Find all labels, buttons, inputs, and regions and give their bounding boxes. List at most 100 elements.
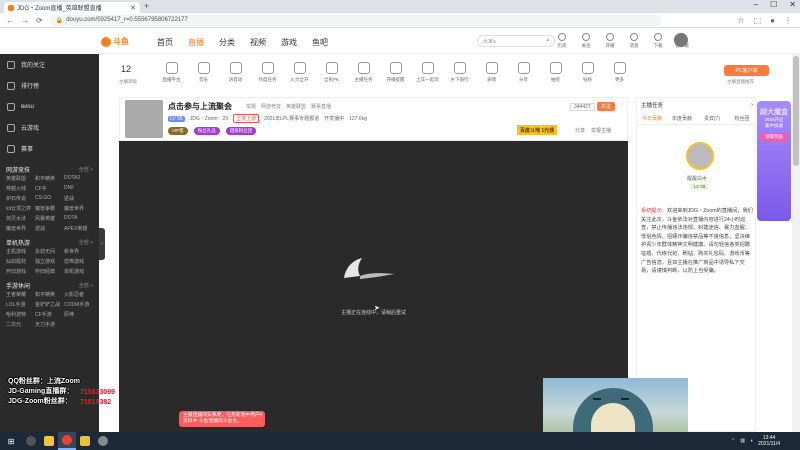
anchor-avatar[interactable] bbox=[125, 100, 163, 138]
history-button[interactable]: 历史 bbox=[553, 33, 571, 49]
report-link[interactable]: 举报 bbox=[246, 103, 256, 110]
category-link[interactable]: 火影忍者 bbox=[64, 291, 93, 298]
start-button[interactable]: ⊞ bbox=[0, 437, 22, 446]
nav-game[interactable]: 游戏 bbox=[281, 37, 297, 48]
category-link[interactable]: 魔兽世界 bbox=[6, 225, 35, 232]
sidebar-collapse-handle[interactable]: ‹ bbox=[99, 228, 105, 260]
room-tool-button[interactable]: 全民PK bbox=[319, 62, 344, 83]
category-link[interactable]: 和平精英 bbox=[35, 175, 64, 182]
category-link[interactable]: CF手 bbox=[35, 185, 64, 192]
category-link[interactable]: DNF bbox=[64, 185, 93, 192]
follow-button[interactable]: 关注 bbox=[596, 102, 615, 111]
tray-up-icon[interactable]: ⌃ bbox=[731, 438, 735, 444]
nav-category[interactable]: 分类 bbox=[219, 37, 235, 48]
sidebar-item-events[interactable]: 赛事 bbox=[0, 138, 99, 159]
sidebar-item-center[interactable]: виsu bbox=[0, 96, 99, 117]
category-link[interactable]: 魔兽争霸 bbox=[35, 205, 64, 212]
category-link[interactable]: 二次元 bbox=[6, 321, 35, 328]
top-contributor-avatar[interactable] bbox=[686, 142, 714, 170]
taskbar-chrome[interactable] bbox=[58, 432, 76, 450]
network-icon[interactable]: ▥ bbox=[740, 438, 745, 444]
maximize-button[interactable]: ☐ bbox=[770, 0, 777, 9]
event-note[interactable]: 2021年LPL赛事专题报道 bbox=[264, 115, 319, 122]
nav-video[interactable]: 视频 bbox=[250, 37, 266, 48]
tag-link[interactable]: 网游竞技 bbox=[261, 103, 281, 110]
sidebar-item-follow[interactable]: 我的关注 bbox=[0, 54, 99, 75]
category-link[interactable]: 逆战 bbox=[35, 225, 64, 232]
vip-badge[interactable]: VIP客 bbox=[168, 127, 188, 135]
toast-notification[interactable]: 主播直播间头像距，任务处理中用户资料中 斗鱼直播间斗鱼主。 ✕ bbox=[179, 411, 265, 427]
room-tool-button[interactable]: 语音动 bbox=[223, 62, 248, 83]
room-tool-button[interactable]: 钻粉 bbox=[575, 62, 600, 83]
profile-icon[interactable]: ● bbox=[770, 16, 775, 25]
tag-link[interactable]: 赛事直播 bbox=[311, 103, 331, 110]
category-link[interactable]: DOTA2 bbox=[64, 175, 93, 182]
room-tool-button[interactable]: 表情 bbox=[479, 62, 504, 83]
category-link[interactable]: 炉石传说 bbox=[6, 195, 35, 202]
category-link[interactable]: DOTA bbox=[64, 215, 93, 222]
category-link[interactable]: CF手游 bbox=[35, 311, 64, 318]
category-link[interactable]: lol云顶之弈 bbox=[6, 205, 35, 212]
minimize-button[interactable]: – bbox=[754, 0, 758, 9]
room-tool-button[interactable]: 抽奖 bbox=[543, 62, 568, 83]
category-link[interactable]: 恐怖游戏 bbox=[64, 258, 93, 265]
tab-today[interactable]: 今日贡献 bbox=[637, 112, 667, 124]
room-tool-button[interactable]: 火力全开 bbox=[287, 62, 312, 83]
category-link[interactable]: 独立游戏 bbox=[35, 258, 64, 265]
room-tool-button[interactable]: 分享 bbox=[511, 62, 536, 83]
search-icon[interactable]: ⌕ bbox=[546, 37, 550, 45]
download-button[interactable]: 下载 bbox=[649, 33, 667, 49]
category-link[interactable]: 金铲铲之战 bbox=[35, 301, 64, 308]
sidebar-item-cloud[interactable]: 云游戏 bbox=[0, 117, 99, 138]
category-link[interactable]: 王者荣耀 bbox=[6, 291, 35, 298]
category-link[interactable]: 原神 bbox=[64, 311, 93, 318]
url-input[interactable]: 🔒 douyu.com/5925417_r=0.5556795806722177 bbox=[50, 14, 661, 26]
taskbar-app[interactable] bbox=[76, 432, 94, 450]
douyu-logo[interactable]: 斗鱼 bbox=[101, 35, 135, 48]
category-link[interactable]: 魔兽世界 bbox=[64, 205, 93, 212]
room-tool-button[interactable]: 主播任务 bbox=[351, 62, 376, 83]
room-tool-button[interactable]: 开播提醒 bbox=[383, 62, 408, 83]
category-link[interactable]: 永劫无间 bbox=[35, 248, 64, 255]
scrollbar-thumb[interactable] bbox=[793, 56, 799, 166]
system-clock[interactable]: 13:44 2021/11/4 bbox=[758, 435, 780, 447]
taskbar-explorer[interactable] bbox=[40, 432, 58, 450]
floating-ad[interactable]: 超大魔盒 2025开启 集中加速 领取奖励 bbox=[757, 101, 791, 221]
tab-close-icon[interactable]: ✕ bbox=[130, 4, 136, 12]
room-tool-button[interactable]: 乡下骑行 bbox=[447, 62, 472, 83]
room-tool-button[interactable]: 上车一起玩 bbox=[415, 62, 440, 83]
taskbar-clock-app[interactable] bbox=[94, 432, 112, 450]
tab-vip[interactable]: 贵宾(7) bbox=[697, 112, 727, 124]
tipoff-button[interactable]: 举报主播 bbox=[591, 127, 611, 134]
star-icon[interactable]: ☆ bbox=[737, 16, 744, 25]
new-tab-button[interactable]: + bbox=[144, 1, 149, 11]
toast-close-icon[interactable]: ✕ bbox=[259, 412, 263, 418]
category-link[interactable]: 仙剑题材 bbox=[6, 258, 35, 265]
forward-button[interactable]: → bbox=[21, 16, 29, 25]
nav-home[interactable]: 首页 bbox=[157, 37, 173, 48]
category-link[interactable]: 主机游戏 bbox=[6, 248, 35, 255]
category-link[interactable]: 风暴英雄 bbox=[35, 215, 64, 222]
nav-live[interactable]: 直播 bbox=[188, 37, 204, 48]
tag-link[interactable]: 英雄联盟 bbox=[286, 103, 306, 110]
promo-banner[interactable]: 百度斗地 1元领 bbox=[517, 125, 558, 135]
reload-button[interactable]: ⟳ bbox=[36, 16, 43, 25]
category-link[interactable]: 新世界 bbox=[64, 248, 93, 255]
category-link[interactable]: 剑灵水浒 bbox=[6, 215, 35, 222]
pc-client-button[interactable]: PC客户端 bbox=[724, 65, 769, 76]
category-link[interactable]: 英雄联盟 bbox=[6, 175, 35, 182]
category-link[interactable]: 怀旧游戏 bbox=[6, 268, 35, 275]
messages-button[interactable]: 消息 bbox=[625, 33, 643, 49]
page-scrollbar[interactable] bbox=[792, 54, 800, 432]
room-tool-button[interactable]: 热度任务 bbox=[255, 62, 280, 83]
category-link[interactable]: 单机游戏 bbox=[64, 268, 93, 275]
tab-year[interactable]: 年度贡献 bbox=[667, 112, 697, 124]
category-link[interactable]: 怀旧经典 bbox=[35, 268, 64, 275]
nav-yuba[interactable]: 鱼吧 bbox=[312, 37, 328, 48]
super-fan-badge[interactable]: 超级粉丝团 bbox=[225, 127, 257, 135]
chevron-right-icon[interactable]: › bbox=[751, 102, 753, 108]
category-link[interactable]: 穿越火线 bbox=[6, 185, 35, 192]
category-link[interactable]: 和平精英 bbox=[35, 291, 64, 298]
site-search-input[interactable]: 大家a ⌕ bbox=[477, 35, 555, 47]
browser-tab[interactable]: JDG・Zoom直播_英雄联盟直播 ✕ bbox=[4, 2, 140, 13]
